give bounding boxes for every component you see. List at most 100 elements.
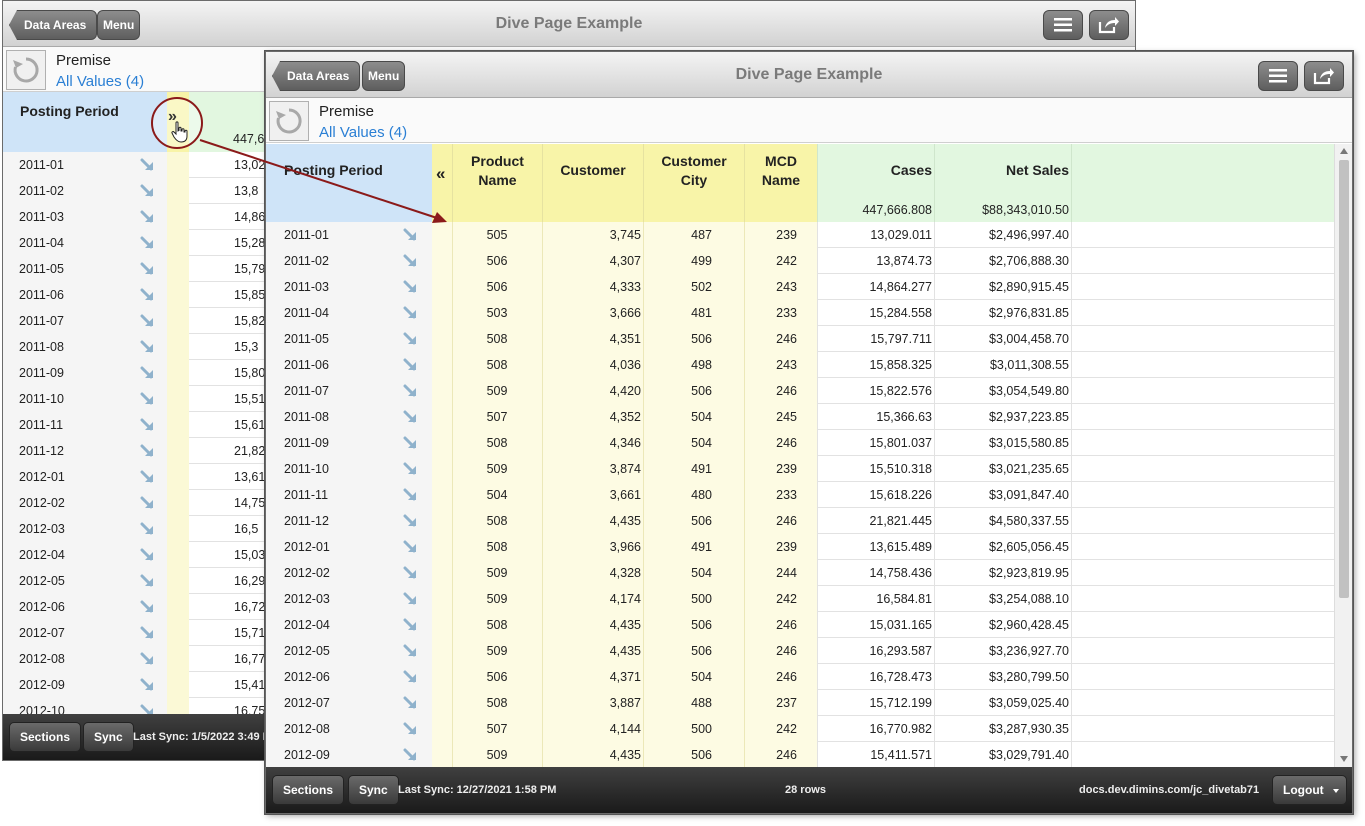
all-values-link[interactable]: All Values (4)	[56, 73, 144, 90]
table-row[interactable]: 2011-11 15,61	[3, 412, 293, 438]
dive-arrow-icon[interactable]	[140, 469, 156, 485]
all-values-link[interactable]: All Values (4)	[319, 124, 407, 141]
reset-button[interactable]	[269, 101, 309, 141]
posting-period-header[interactable]: Posting Period	[3, 92, 167, 152]
table-row[interactable]: 2011-08 507 4,352 504 245 15,366.63 $2,9…	[266, 404, 1334, 430]
logout-button[interactable]: Logout	[1272, 775, 1347, 805]
dive-arrow-icon[interactable]	[140, 443, 156, 459]
table-row[interactable]: 2012-06 506 4,371 504 246 16,728.473 $3,…	[266, 664, 1334, 690]
table-row[interactable]: 2011-05 508 4,351 506 246 15,797.711 $3,…	[266, 326, 1334, 352]
table-row[interactable]: 2012-02 14,75	[3, 490, 293, 516]
table-row[interactable]: 2011-03 506 4,333 502 243 14,864.277 $2,…	[266, 274, 1334, 300]
dive-arrow-icon[interactable]	[403, 305, 419, 321]
net-sales-header[interactable]: Net Sales $88,343,010.50	[934, 144, 1071, 222]
table-row[interactable]: 2012-07 15,71	[3, 620, 293, 646]
list-menu-button[interactable]	[1258, 61, 1298, 91]
table-row[interactable]: 2012-07 508 3,887 488 237 15,712.199 $3,…	[266, 690, 1334, 716]
dive-arrow-icon[interactable]	[403, 331, 419, 347]
table-row[interactable]: 2011-06 15,85	[3, 282, 293, 308]
table-row[interactable]: 2011-12 21,82	[3, 438, 293, 464]
dive-arrow-icon[interactable]	[140, 417, 156, 433]
dive-arrow-icon[interactable]	[140, 183, 156, 199]
sync-button[interactable]: Sync	[83, 722, 134, 752]
cases-header[interactable]: Cases 447,666.808	[817, 144, 934, 222]
dive-arrow-icon[interactable]	[403, 565, 419, 581]
collapse-chevrons-icon[interactable]: «	[436, 164, 445, 184]
vertical-scrollbar[interactable]	[1334, 144, 1352, 768]
dive-arrow-icon[interactable]	[140, 313, 156, 329]
table-row[interactable]: 2012-09 509 4,435 506 246 15,411.571 $3,…	[266, 742, 1334, 768]
table-row[interactable]: 2011-05 15,79	[3, 256, 293, 282]
table-row[interactable]: 2011-03 14,86	[3, 204, 293, 230]
dive-arrow-icon[interactable]	[140, 391, 156, 407]
table-row[interactable]: 2012-05 16,29	[3, 568, 293, 594]
reset-button[interactable]	[6, 50, 46, 90]
product-name-header[interactable]: Product Name	[452, 144, 542, 222]
dive-arrow-icon[interactable]	[403, 669, 419, 685]
dive-arrow-icon[interactable]	[140, 573, 156, 589]
scroll-thumb[interactable]	[1339, 160, 1349, 598]
customer-city-header[interactable]: Customer City	[643, 144, 744, 222]
table-row[interactable]: 2012-04 15,03	[3, 542, 293, 568]
menu-button[interactable]: Menu	[362, 61, 406, 91]
table-row[interactable]: 2012-04 508 4,435 506 246 15,031.165 $2,…	[266, 612, 1334, 638]
scroll-up-icon[interactable]	[1340, 148, 1348, 154]
table-row[interactable]: 2011-01 505 3,745 487 239 13,029.011 $2,…	[266, 222, 1334, 248]
dive-arrow-icon[interactable]	[140, 339, 156, 355]
dive-arrow-icon[interactable]	[140, 209, 156, 225]
dive-arrow-icon[interactable]	[403, 539, 419, 555]
dive-arrow-icon[interactable]	[140, 495, 156, 511]
posting-period-header[interactable]: Posting Period	[266, 144, 432, 222]
table-row[interactable]: 2011-12 508 4,435 506 246 21,821.445 $4,…	[266, 508, 1334, 534]
dive-arrow-icon[interactable]	[403, 487, 419, 503]
menu-button[interactable]: Menu	[97, 10, 141, 40]
dive-arrow-icon[interactable]	[140, 235, 156, 251]
dive-arrow-icon[interactable]	[403, 227, 419, 243]
collapse-column-header[interactable]: «	[432, 144, 452, 222]
table-row[interactable]: 2011-07 509 4,420 506 246 15,822.576 $3,…	[266, 378, 1334, 404]
dive-arrow-icon[interactable]	[140, 365, 156, 381]
table-row[interactable]: 2011-10 15,51	[3, 386, 293, 412]
table-row[interactable]: 2011-11 504 3,661 480 233 15,618.226 $3,…	[266, 482, 1334, 508]
dive-arrow-icon[interactable]	[403, 357, 419, 373]
dive-arrow-icon[interactable]	[140, 599, 156, 615]
table-row[interactable]: 2012-06 16,72	[3, 594, 293, 620]
dive-arrow-icon[interactable]	[403, 383, 419, 399]
table-row[interactable]: 2012-08 507 4,144 500 242 16,770.982 $3,…	[266, 716, 1334, 742]
dive-arrow-icon[interactable]	[140, 677, 156, 693]
dive-arrow-icon[interactable]	[403, 409, 419, 425]
dive-arrow-icon[interactable]	[140, 547, 156, 563]
table-row[interactable]: 2011-07 15,82	[3, 308, 293, 334]
table-row[interactable]: 2012-03 16,5	[3, 516, 293, 542]
sections-button[interactable]: Sections	[9, 722, 82, 752]
share-button[interactable]	[1304, 61, 1344, 91]
dive-arrow-icon[interactable]	[403, 461, 419, 477]
table-row[interactable]: 2011-04 503 3,666 481 233 15,284.558 $2,…	[266, 300, 1334, 326]
table-row[interactable]: 2011-02 13,8	[3, 178, 293, 204]
dive-arrow-icon[interactable]	[140, 651, 156, 667]
table-row[interactable]: 2011-08 15,3	[3, 334, 293, 360]
mcd-name-header[interactable]: MCD Name	[744, 144, 817, 222]
table-row[interactable]: 2011-09 15,80	[3, 360, 293, 386]
table-row[interactable]: 2011-09 508 4,346 504 246 15,801.037 $3,…	[266, 430, 1334, 456]
sections-button[interactable]: Sections	[272, 775, 345, 805]
list-menu-button[interactable]	[1043, 10, 1083, 40]
dive-arrow-icon[interactable]	[403, 617, 419, 633]
data-areas-button[interactable]: Data Areas	[272, 61, 361, 91]
dive-arrow-icon[interactable]	[140, 521, 156, 537]
dive-arrow-icon[interactable]	[403, 279, 419, 295]
dive-arrow-icon[interactable]	[403, 747, 419, 763]
table-row[interactable]: 2012-01 13,61	[3, 464, 293, 490]
table-row[interactable]: 2012-09 15,41	[3, 672, 293, 698]
dive-arrow-icon[interactable]	[403, 721, 419, 737]
table-row[interactable]: 2012-01 508 3,966 491 239 13,615.489 $2,…	[266, 534, 1334, 560]
sync-button[interactable]: Sync	[348, 775, 399, 805]
dive-arrow-icon[interactable]	[403, 253, 419, 269]
dive-arrow-icon[interactable]	[140, 287, 156, 303]
table-row[interactable]: 2012-03 509 4,174 500 242 16,584.81 $3,2…	[266, 586, 1334, 612]
table-row[interactable]: 2011-04 15,28	[3, 230, 293, 256]
share-button[interactable]	[1089, 10, 1129, 40]
table-row[interactable]: 2012-08 16,77	[3, 646, 293, 672]
table-row[interactable]: 2011-02 506 4,307 499 242 13,874.73 $2,7…	[266, 248, 1334, 274]
customer-header[interactable]: Customer	[542, 144, 643, 222]
